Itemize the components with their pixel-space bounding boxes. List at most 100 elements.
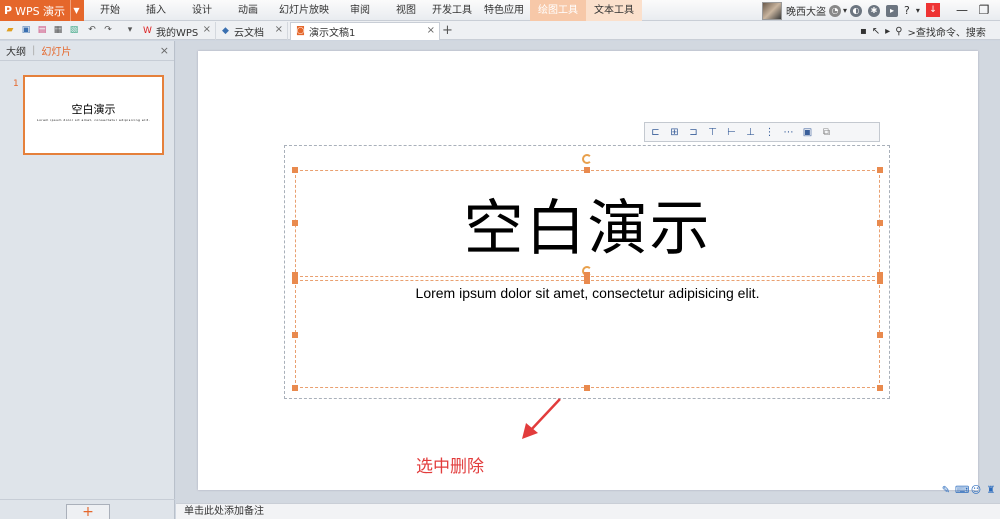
presentation-icon: ◙ [296,26,305,36]
resize-handle[interactable] [877,220,883,226]
resize-handle[interactable] [877,167,883,173]
resize-handle[interactable] [292,385,298,391]
tab-bar: ▰ ▣ ▤ ▦ ▧ ↶ ↷ ▾ W 我的WPS × ◆ 云文档 × ◙ 演示文稿… [0,21,1000,40]
save-icon[interactable]: ▣ [20,24,32,36]
menu-review[interactable]: 审阅 [342,0,378,21]
chevron-down-icon[interactable]: ▼ [70,0,82,21]
menu-text-tools[interactable]: 文本工具 [586,0,642,21]
download-icon[interactable]: ↓ [926,3,940,17]
comment-icon[interactable]: ▪ [860,26,867,37]
slide-subtitle[interactable]: Lorem ipsum dolor sit amet, consectetur … [295,285,880,301]
divider [0,499,175,500]
add-tab-button[interactable]: + [442,23,453,38]
resize-handle[interactable] [292,332,298,338]
chevron-down-icon[interactable]: ▾ [843,6,847,15]
shirt-icon[interactable]: ♜ [985,485,997,497]
align-center-icon[interactable]: ⊞ [668,126,681,139]
close-icon[interactable]: × [427,25,435,36]
tab-my-wps[interactable]: W 我的WPS × [138,22,216,40]
distribute-horizontal-icon[interactable]: ⋮ [763,126,776,139]
menu-developer[interactable]: 开发工具 [430,0,474,21]
resize-handle[interactable] [292,272,298,284]
more-options-icon[interactable]: ⧉ [820,126,833,139]
skin-icon[interactable]: ◐ [850,4,862,17]
menu-bar: P WPS 演示 ▼ 开始 插入 设计 动画 幻灯片放映 审阅 视图 开发工具 … [0,0,1000,21]
cloud-icon: ◆ [222,25,229,36]
align-right-icon[interactable]: ⊐ [687,126,700,139]
menu-design[interactable]: 设计 [184,0,220,21]
align-top-icon[interactable]: ⊤ [706,126,719,139]
redo-icon[interactable]: ↷ [102,24,114,36]
align-middle-icon[interactable]: ⊢ [725,126,738,139]
right-tools: ▪ ↖ ▸ ⚲ >查找命令、搜索 [860,24,986,39]
resize-handle[interactable] [877,385,883,391]
user-account[interactable]: 晚西大盗 ◔ ▾ [762,1,847,20]
menu-drawing-tools[interactable]: 绘图工具 [530,0,586,21]
close-icon[interactable]: × [275,24,283,35]
notes-pane[interactable]: 单击此处添加备注 [176,503,1000,519]
resize-handle[interactable] [292,220,298,226]
resize-handle[interactable] [877,332,883,338]
wps-icon: W [143,25,152,36]
user-status-icon[interactable]: ◔ [829,4,841,17]
menu-insert[interactable]: 插入 [138,0,174,21]
slide-thumbnail[interactable]: 空白演示 Lorem ipsum dolor sit amet, consect… [23,75,164,155]
tab-slides[interactable]: 幻灯片 [41,43,71,58]
menu-home[interactable]: 开始 [92,0,128,21]
tab-label: 我的WPS [156,27,199,39]
menu-features[interactable]: 特色应用 [482,0,526,21]
app-name: WPS 演示 [15,4,66,18]
slides-panel: 大纲 | 幻灯片 × 1 空白演示 Lorem ipsum dolor sit … [0,41,175,519]
distribute-vertical-icon[interactable]: ⋯ [782,126,795,139]
print-icon[interactable]: ▦ [52,24,64,36]
add-slide-button[interactable]: + [66,504,110,519]
cursor-icon[interactable]: ↖ [872,26,880,37]
annotation-text: 选中删除 [416,457,484,477]
format-painter-icon[interactable]: ▸ [885,26,890,37]
tab-presentation1[interactable]: ◙ 演示文稿1 × [290,22,440,40]
align-bottom-icon[interactable]: ⊥ [744,126,757,139]
group-icon[interactable]: ▣ [801,126,814,139]
align-left-icon[interactable]: ⊏ [649,126,662,139]
search-command-input[interactable]: >查找命令、搜索 [908,24,986,39]
panel-tabs: 大纲 | 幻灯片 [0,41,174,61]
keyboard-icon[interactable]: ⌨ [955,485,969,497]
chevron-down-icon[interactable]: ▾ [916,6,920,15]
resize-handle[interactable] [584,272,590,284]
restore-button[interactable]: ❐ [975,0,993,21]
wps-logo-icon: P [4,4,13,17]
annotation-arrow-icon [522,398,561,439]
app-menu-button[interactable]: P WPS 演示 ▼ [0,0,84,21]
share-icon[interactable]: ▸ [886,4,898,17]
tab-cloud-docs[interactable]: ◆ 云文档 × [216,22,288,40]
title-tools: ◐ ✱ ▸ ? ▾ [850,2,920,19]
notes-placeholder: 单击此处添加备注 [184,506,264,517]
resize-handle[interactable] [877,272,883,284]
slide-title[interactable]: 空白演示 [295,194,880,264]
open-icon[interactable]: ▰ [4,24,16,36]
users-icon[interactable]: ☺ [970,485,982,497]
undo-icon[interactable]: ↶ [86,24,98,36]
minimize-button[interactable]: — [953,0,971,21]
close-icon[interactable]: × [203,24,211,35]
menu-view[interactable]: 视图 [388,0,424,21]
resize-handle[interactable] [584,385,590,391]
export-pdf-icon[interactable]: ▤ [36,24,48,36]
preview-icon[interactable]: ▧ [68,24,80,36]
resize-handle[interactable] [584,167,590,173]
menu-slideshow[interactable]: 幻灯片放映 [276,0,332,21]
chevron-down-icon[interactable]: ▾ [124,24,136,36]
rotate-handle-icon[interactable] [582,154,592,164]
resize-handle[interactable] [292,167,298,173]
align-toolbar: ⊏ ⊞ ⊐ ⊤ ⊢ ⊥ ⋮ ⋯ ▣ ⧉ [644,122,880,142]
search-icon[interactable]: ⚲ [895,26,902,37]
thumbnail-title: 空白演示 [71,103,116,116]
close-icon[interactable]: × [160,44,169,57]
menu-animation[interactable]: 动画 [230,0,266,21]
tab-outline[interactable]: 大纲 [6,43,26,58]
settings-icon[interactable]: ✱ [868,4,880,17]
slide-number: 1 [13,79,19,89]
help-icon[interactable]: ? [904,4,910,17]
tab-label: 云文档 [234,27,264,39]
pen-icon[interactable]: ✎ [940,485,952,497]
